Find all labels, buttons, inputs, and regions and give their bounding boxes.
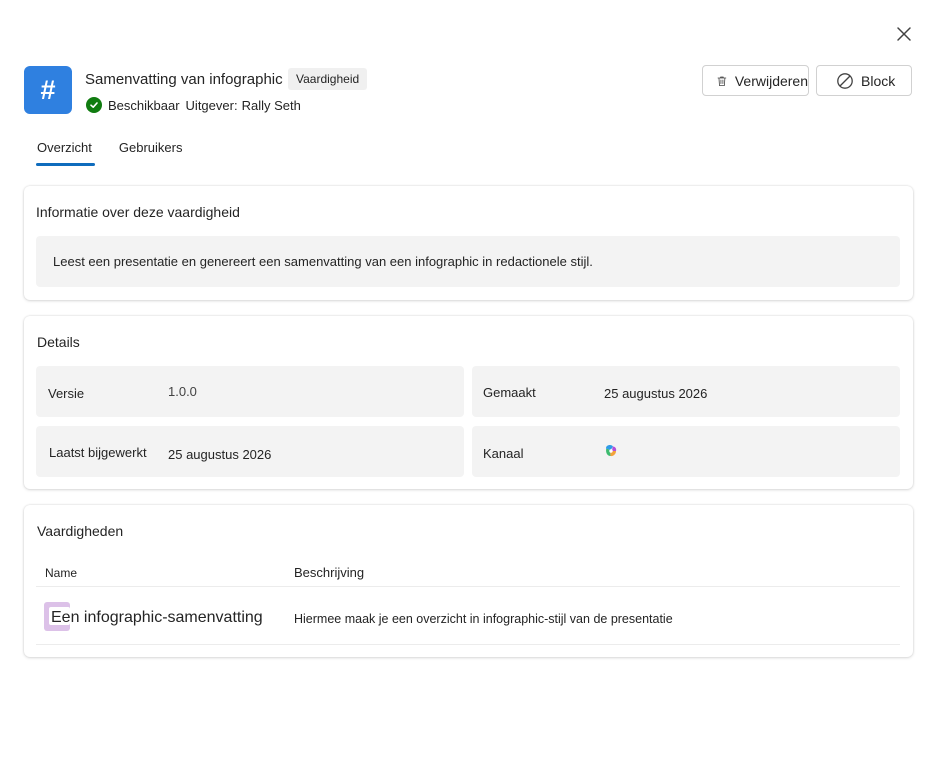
page-title: Samenvatting van infographic	[85, 71, 283, 88]
status-row: Beschikbaar Uitgever: Rally Seth	[86, 97, 301, 113]
type-badge: Vaardigheid	[288, 68, 368, 90]
updated-label: Laatst bijgewerkt	[49, 445, 147, 460]
check-circle-icon	[86, 97, 102, 113]
remove-button-label: Verwijderen	[734, 72, 808, 89]
table-divider	[36, 586, 900, 587]
details-card-title: Details	[37, 334, 80, 350]
detail-channel: Kanaal	[472, 426, 900, 477]
close-icon	[897, 27, 911, 41]
skill-app-icon: #	[24, 66, 72, 114]
skills-card-title: Vaardigheden	[37, 523, 124, 539]
version-value: 1.0.0	[168, 384, 197, 399]
info-card-title: Informatie over deze vaardigheid	[36, 204, 240, 220]
detail-version: Versie 1.0.0	[36, 366, 464, 417]
publisher-name: Rally Seth	[241, 97, 301, 113]
copilot-icon	[606, 445, 617, 457]
tab-users[interactable]: Gebruikers	[119, 140, 183, 166]
status-text: Beschikbaar	[108, 97, 180, 113]
skill-row-name: Een infographic-samenvatting	[51, 609, 263, 626]
skill-description: Leest een presentatie en genereert een s…	[36, 236, 900, 287]
remove-button[interactable]: Verwijderen	[702, 65, 809, 96]
publisher-label: Uitgever:	[185, 97, 238, 113]
updated-value: 25 augustus 2026	[168, 447, 272, 462]
info-card: Informatie over deze vaardigheid Leest e…	[24, 186, 913, 300]
block-button-label: Block	[861, 72, 896, 89]
created-label: Gemaakt	[483, 385, 536, 400]
version-label: Versie	[48, 386, 85, 401]
column-header-name: Name	[45, 566, 78, 580]
tab-bar: Overzicht Gebruikers	[36, 140, 182, 166]
close-button[interactable]	[892, 22, 916, 46]
details-card: Details Versie 1.0.0 Gemaakt 25 augustus…	[24, 316, 913, 489]
detail-updated: Laatst bijgewerkt 25 augustus 2026	[36, 426, 464, 477]
created-value: 25 augustus 2026	[604, 386, 708, 401]
trash-icon	[717, 76, 727, 86]
skill-row-description: Hiermee maak je een overzicht in infogra…	[294, 612, 673, 626]
block-button[interactable]: Block	[816, 65, 912, 96]
skills-card: Vaardigheden Name Beschrijving Een infog…	[24, 505, 913, 657]
tab-overview[interactable]: Overzicht	[36, 140, 95, 166]
channel-label: Kanaal	[483, 446, 524, 461]
detail-created: Gemaakt 25 augustus 2026	[472, 366, 900, 417]
table-divider	[36, 644, 900, 645]
column-header-description: Beschrijving	[294, 565, 365, 580]
block-icon	[837, 72, 853, 89]
